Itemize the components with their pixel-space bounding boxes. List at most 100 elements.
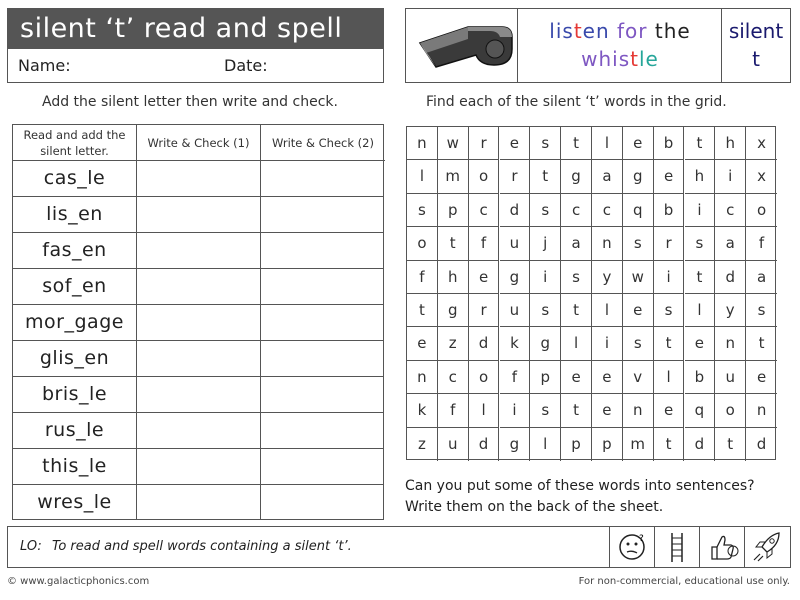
grid-cell[interactable]: c — [715, 193, 747, 228]
grid-cell[interactable]: t — [407, 294, 438, 328]
grid-cell[interactable]: e — [592, 360, 623, 395]
grid-cell[interactable]: i — [684, 193, 716, 228]
grid-cell[interactable]: l — [468, 394, 500, 428]
grid-cell[interactable]: i — [499, 394, 531, 428]
grid-cell[interactable]: c — [437, 360, 469, 395]
grid-cell[interactable]: a — [715, 227, 747, 261]
grid-cell[interactable]: v — [622, 360, 654, 395]
grid-cell[interactable]: t — [437, 227, 469, 261]
grid-cell[interactable]: e — [592, 394, 623, 428]
grid-cell[interactable]: s — [684, 227, 716, 261]
grid-cell[interactable]: f — [746, 227, 777, 261]
write-check-2-cell[interactable] — [261, 197, 383, 232]
grid-cell[interactable]: e — [653, 160, 685, 194]
grid-cell[interactable]: o — [715, 394, 747, 428]
write-check-2-cell[interactable] — [261, 413, 383, 448]
grid-cell[interactable]: s — [622, 227, 654, 261]
grid-cell[interactable]: l — [407, 160, 438, 194]
grid-cell[interactable]: p — [592, 427, 623, 461]
grid-cell[interactable]: e — [561, 360, 592, 395]
grid-cell[interactable]: t — [746, 327, 777, 361]
grid-cell[interactable]: x — [746, 127, 777, 161]
grid-cell[interactable]: e — [499, 127, 531, 161]
grid-cell[interactable]: k — [499, 327, 531, 361]
grid-cell[interactable]: e — [622, 294, 654, 328]
grid-cell[interactable]: t — [561, 127, 592, 161]
grid-cell[interactable]: m — [437, 160, 469, 194]
grid-cell[interactable]: n — [407, 127, 438, 161]
grid-cell[interactable]: f — [468, 227, 500, 261]
grid-cell[interactable]: p — [561, 427, 592, 461]
grid-cell[interactable]: o — [468, 160, 500, 194]
grid-cell[interactable]: t — [715, 427, 747, 461]
grid-cell[interactable]: w — [622, 260, 654, 294]
write-check-1-cell[interactable] — [137, 485, 261, 520]
grid-cell[interactable]: d — [715, 260, 747, 294]
grid-cell[interactable]: k — [407, 394, 438, 428]
grid-cell[interactable]: e — [468, 260, 500, 294]
grid-cell[interactable]: s — [530, 394, 562, 428]
grid-cell[interactable]: e — [746, 361, 777, 395]
grid-cell[interactable]: y — [715, 294, 747, 328]
grid-cell[interactable]: l — [684, 294, 716, 328]
grid-cell[interactable]: a — [592, 160, 623, 194]
grid-cell[interactable]: t — [561, 394, 592, 428]
grid-cell[interactable]: r — [653, 227, 685, 261]
grid-cell[interactable]: i — [592, 327, 623, 361]
grid-cell[interactable]: x — [746, 160, 777, 194]
grid-cell[interactable]: t — [684, 260, 716, 294]
grid-cell[interactable]: w — [437, 127, 469, 161]
grid-cell[interactable]: r — [468, 127, 500, 161]
grid-cell[interactable]: e — [653, 394, 685, 428]
grid-cell[interactable]: n — [746, 394, 777, 428]
grid-cell[interactable]: p — [530, 360, 562, 395]
grid-cell[interactable]: t — [530, 160, 562, 194]
grid-cell[interactable]: o — [407, 227, 438, 261]
grid-cell[interactable]: g — [622, 160, 654, 194]
grid-cell[interactable]: g — [499, 260, 531, 294]
grid-cell[interactable]: e — [622, 127, 654, 161]
grid-cell[interactable]: s — [746, 294, 777, 328]
write-check-1-cell[interactable] — [137, 233, 261, 268]
write-check-1-cell[interactable] — [137, 161, 261, 196]
grid-cell[interactable]: f — [407, 260, 438, 294]
grid-cell[interactable]: f — [437, 394, 469, 428]
grid-cell[interactable]: s — [530, 193, 562, 228]
grid-cell[interactable]: o — [746, 194, 777, 228]
grid-cell[interactable]: n — [407, 360, 438, 395]
write-check-1-cell[interactable] — [137, 377, 261, 412]
grid-cell[interactable]: t — [684, 127, 716, 161]
write-check-2-cell[interactable] — [261, 305, 383, 340]
grid-cell[interactable]: s — [653, 294, 685, 328]
write-check-1-cell[interactable] — [137, 341, 261, 376]
grid-cell[interactable]: g — [530, 327, 562, 361]
grid-cell[interactable]: r — [499, 160, 531, 194]
grid-cell[interactable]: s — [530, 294, 562, 328]
grid-cell[interactable]: o — [468, 360, 500, 395]
grid-cell[interactable]: u — [499, 227, 531, 261]
grid-cell[interactable]: r — [468, 294, 500, 328]
write-check-2-cell[interactable] — [261, 161, 383, 196]
grid-cell[interactable]: s — [622, 327, 654, 361]
grid-cell[interactable]: n — [592, 227, 623, 261]
grid-cell[interactable]: l — [592, 294, 623, 328]
grid-cell[interactable]: l — [561, 327, 592, 361]
write-check-1-cell[interactable] — [137, 305, 261, 340]
write-check-2-cell[interactable] — [261, 449, 383, 484]
grid-cell[interactable]: c — [468, 193, 500, 228]
grid-cell[interactable]: b — [653, 127, 685, 161]
grid-cell[interactable]: i — [530, 260, 562, 294]
grid-cell[interactable]: t — [654, 427, 685, 461]
grid-cell[interactable]: z — [437, 327, 469, 361]
grid-cell[interactable]: a — [746, 261, 777, 294]
grid-cell[interactable]: n — [715, 327, 747, 361]
grid-cell[interactable]: c — [561, 193, 592, 228]
grid-cell[interactable]: g — [437, 294, 469, 328]
grid-cell[interactable]: c — [592, 193, 623, 228]
grid-cell[interactable]: l — [530, 427, 562, 461]
grid-cell[interactable]: t — [561, 294, 592, 328]
write-check-1-cell[interactable] — [137, 413, 261, 448]
grid-cell[interactable]: t — [653, 327, 685, 361]
grid-cell[interactable]: m — [623, 427, 654, 461]
grid-cell[interactable]: q — [684, 394, 716, 428]
